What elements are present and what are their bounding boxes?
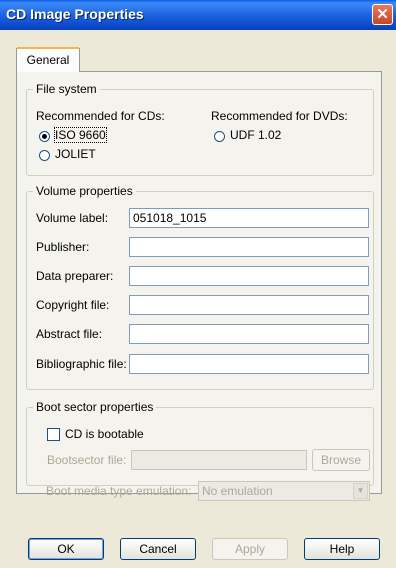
boot-sector-legend: Boot sector properties: [36, 400, 154, 414]
boot-emulation-value: No emulation: [202, 484, 273, 498]
browse-button[interactable]: Browse: [312, 449, 370, 471]
boot-emulation-select[interactable]: No emulation ▼: [198, 481, 370, 501]
boot-emulation-label: Boot media type emulation:: [46, 484, 192, 498]
joliet-label[interactable]: JOLIET: [55, 147, 96, 161]
udf-label[interactable]: UDF 1.02: [230, 128, 281, 142]
volume-label-field[interactable]: 051018_1015: [129, 208, 369, 228]
cds-heading: Recommended for CDs:: [36, 109, 165, 123]
boot-sector-group: Boot sector properties: [26, 400, 374, 486]
title-bar[interactable]: CD Image Properties ✕: [0, 0, 396, 30]
cancel-button[interactable]: Cancel: [120, 538, 196, 560]
data-preparer-field[interactable]: [129, 266, 369, 286]
publisher-field[interactable]: [129, 237, 369, 257]
abstract-file-label: Abstract file:: [36, 327, 103, 341]
copyright-file-label: Copyright file:: [36, 298, 110, 312]
general-tab-panel: File system Recommended for CDs: Recomme…: [16, 71, 382, 494]
window-title: CD Image Properties: [6, 6, 144, 22]
help-button[interactable]: Help: [304, 538, 380, 560]
data-preparer-label: Data preparer:: [36, 269, 114, 283]
close-icon[interactable]: ✕: [372, 4, 393, 25]
volume-properties-legend: Volume properties: [36, 184, 133, 198]
tab-general[interactable]: General: [16, 47, 80, 72]
joliet-radio[interactable]: [39, 150, 50, 161]
cd-bootable-label[interactable]: CD is bootable: [65, 427, 144, 441]
copyright-file-field[interactable]: [129, 295, 369, 315]
cd-bootable-checkbox[interactable]: [47, 428, 60, 441]
bibliographic-file-field[interactable]: [129, 354, 369, 374]
chevron-down-icon[interactable]: ▼: [353, 483, 368, 499]
apply-button[interactable]: Apply: [212, 538, 288, 560]
bootsector-file-field[interactable]: [131, 450, 307, 470]
udf-radio[interactable]: [214, 131, 225, 142]
bootsector-file-label: Bootsector file:: [47, 453, 127, 467]
bibliographic-file-label: Bibliographic file:: [36, 357, 127, 371]
iso9660-label[interactable]: ISO 9660: [54, 127, 107, 143]
dvds-heading: Recommended for DVDs:: [211, 109, 348, 123]
iso9660-radio[interactable]: [39, 131, 50, 142]
abstract-file-field[interactable]: [129, 324, 369, 344]
volume-label-label: Volume label:: [36, 211, 109, 225]
file-system-legend: File system: [36, 82, 97, 96]
ok-button[interactable]: OK: [28, 538, 104, 560]
publisher-label: Publisher:: [36, 240, 90, 254]
